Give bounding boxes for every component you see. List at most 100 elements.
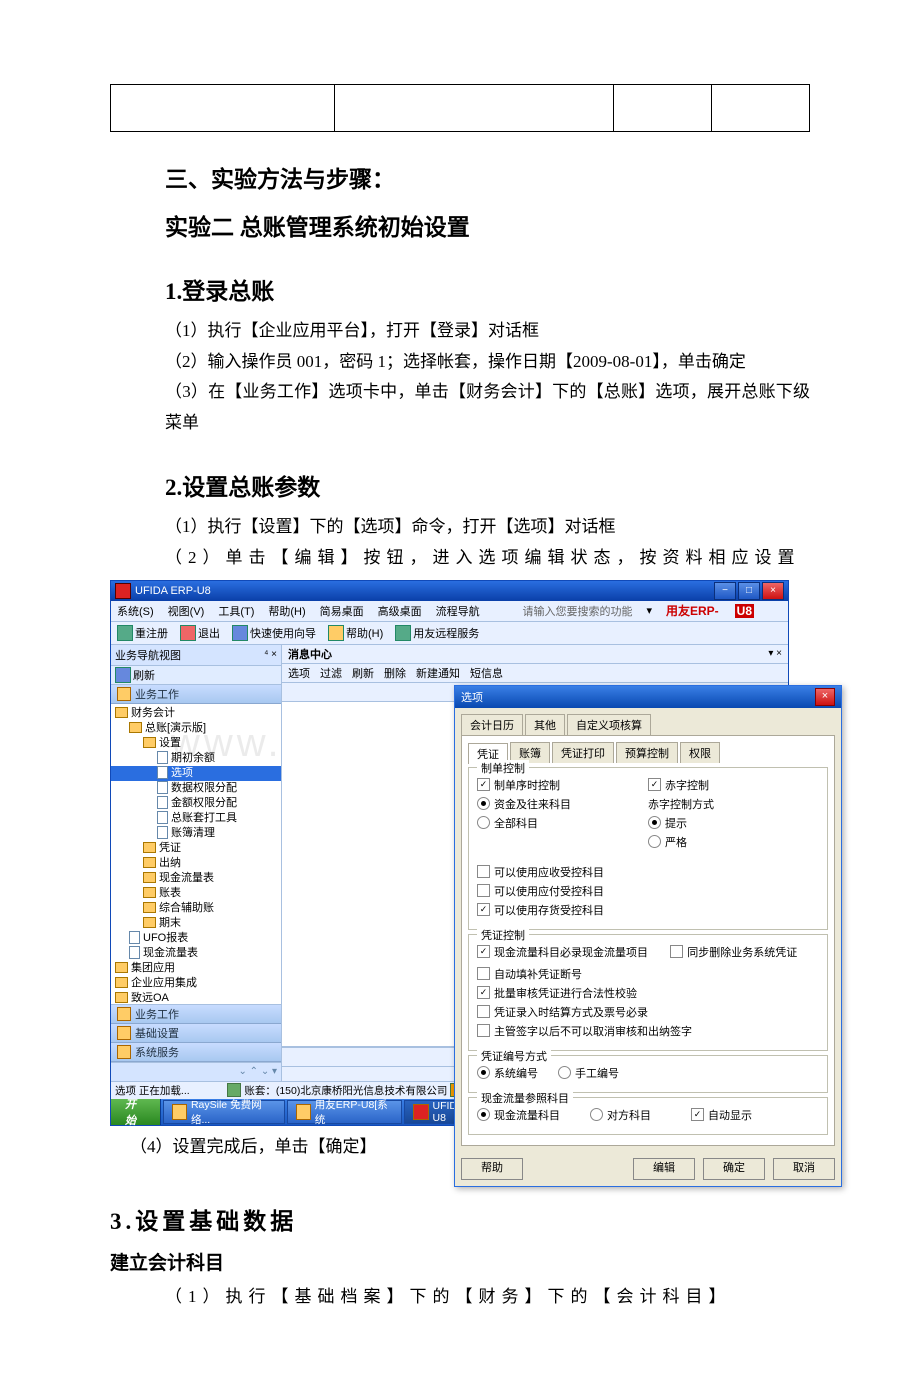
subtab-budget[interactable]: 预算控制 (616, 742, 678, 763)
quick-wizard-button[interactable]: 快速使用向导 (232, 625, 316, 641)
dialog-titlebar: 选项 × (455, 686, 841, 708)
msg-toolbar: 选项 过滤 刷新 删除 新建通知 短信息 (282, 664, 788, 683)
cancel-button[interactable]: 取消 (773, 1158, 835, 1180)
tree-item[interactable]: 期初余额 (111, 751, 281, 766)
rad-tip[interactable] (648, 816, 661, 829)
chk-inv-subject[interactable] (477, 903, 490, 916)
app-screenshot: www.bdocx.com UFIDA ERP-U8 − □ × 系统(S) 视… (110, 580, 789, 1126)
step-1a: （1）执行【企业应用平台】，打开【登录】对话框 (165, 316, 810, 347)
msg-delete[interactable]: 删除 (384, 665, 406, 681)
chk-settle-required[interactable] (477, 1005, 490, 1018)
band-business[interactable]: 业务工作 (111, 685, 281, 704)
left-pane-footer: ⌄ ⌃ ⌄ ▾ (111, 1062, 281, 1081)
rad-manual-no[interactable] (558, 1066, 571, 1079)
menu-flow-nav[interactable]: 流程导航 (436, 603, 480, 619)
taskbar-item-2[interactable]: 用友ERP-U8[系统 (287, 1100, 403, 1124)
chk-manager-sign[interactable] (477, 1024, 490, 1037)
ok-button[interactable]: 确定 (703, 1158, 765, 1180)
status-icon (227, 1083, 241, 1097)
menu-adv-desktop[interactable]: 高级桌面 (378, 603, 422, 619)
remote-service-button[interactable]: 用友远程服务 (395, 625, 479, 641)
menu-simple-desktop[interactable]: 简易桌面 (320, 603, 364, 619)
start-button[interactable]: 开始 (111, 1099, 161, 1125)
tree-item[interactable]: 财务会计 (111, 706, 281, 721)
tree-item[interactable]: 集团应用 (111, 961, 281, 976)
rad-counter-subject[interactable] (590, 1108, 603, 1121)
rad-system-no[interactable] (477, 1066, 490, 1079)
dialog-tabs-top: 会计日历 其他 自定义项核算 (461, 714, 835, 735)
options-dialog: 选项 × 会计日历 其他 自定义项核算 凭证 账簿 凭证打印 预算控制 权限 制… (454, 685, 842, 1187)
menu-tools[interactable]: 工具(T) (218, 603, 254, 619)
subtab-perm[interactable]: 权限 (680, 742, 720, 763)
chk-ar-subject[interactable] (477, 865, 490, 878)
help-button[interactable]: 帮助 (461, 1158, 523, 1180)
msg-sms[interactable]: 短信息 (470, 665, 503, 681)
nav-tree[interactable]: 财务会计总账[演示版]设置期初余额选项数据权限分配金额权限分配总账套打工具账簿清… (111, 704, 281, 1004)
step-2b: （2）单击【编辑】按钮，进入选项编辑状态，按资料相应设置 (165, 543, 810, 574)
brand-logo: 用友ERP-U8 (666, 602, 768, 619)
relogin-button[interactable]: 重注册 (117, 625, 168, 641)
tree-item[interactable]: 选项 (111, 766, 281, 781)
tree-item[interactable]: 账表 (111, 886, 281, 901)
tree-item[interactable]: 综合辅助账 (111, 901, 281, 916)
band-basic-settings[interactable]: 基础设置 (111, 1024, 281, 1043)
menu-help[interactable]: 帮助(H) (268, 603, 305, 619)
tree-item[interactable]: 总账[演示版] (111, 721, 281, 736)
rad-all-subject[interactable] (477, 816, 490, 829)
exit-button[interactable]: 退出 (180, 625, 220, 641)
search-hint[interactable]: 请输入您要搜索的功能 (522, 603, 632, 619)
tree-item[interactable]: 数据权限分配 (111, 781, 281, 796)
menu-system[interactable]: 系统(S) (117, 603, 154, 619)
chk-auto-show[interactable] (691, 1108, 704, 1121)
rad-cashflow-subject[interactable] (477, 1108, 490, 1121)
close-button[interactable]: × (762, 582, 784, 600)
rad-fund-subject[interactable] (477, 797, 490, 810)
tab-calendar[interactable]: 会计日历 (461, 714, 523, 735)
step-1b: （2）输入操作员 001，密码 1；选择帐套，操作日期【2009-08-01】，… (165, 347, 810, 378)
msg-refresh[interactable]: 刷新 (352, 665, 374, 681)
tree-item[interactable]: 现金流量表 (111, 871, 281, 886)
msg-new[interactable]: 新建通知 (416, 665, 460, 681)
tree-item[interactable]: 致远OA (111, 991, 281, 1004)
tree-item[interactable]: 现金流量表 (111, 946, 281, 961)
minimize-button[interactable]: − (714, 582, 736, 600)
menu-view[interactable]: 视图(V) (168, 603, 205, 619)
tree-item[interactable]: 设置 (111, 736, 281, 751)
left-refresh[interactable]: 刷新 (111, 666, 281, 685)
msg-opt[interactable]: 选项 (288, 665, 310, 681)
tree-item[interactable]: UFO报表 (111, 931, 281, 946)
tree-item[interactable]: 金额权限分配 (111, 796, 281, 811)
tree-item[interactable]: 期末 (111, 916, 281, 931)
rad-strict[interactable] (648, 835, 661, 848)
chk-ap-subject[interactable] (477, 884, 490, 897)
msg-center-bar: 消息中心▾ × (282, 645, 788, 664)
experiment-title: 实验二 总账管理系统初始设置 (165, 208, 810, 242)
chk-batch-audit[interactable] (477, 986, 490, 999)
app-icon (115, 583, 131, 599)
tree-item[interactable]: 凭证 (111, 841, 281, 856)
chk-sync-delete[interactable] (670, 945, 683, 958)
help-button[interactable]: 帮助(H) (328, 625, 383, 641)
chk-deficit-control[interactable] (648, 778, 661, 791)
chk-seq-control[interactable] (477, 778, 490, 791)
maximize-button[interactable]: □ (738, 582, 760, 600)
band-system-service[interactable]: 系统服务 (111, 1043, 281, 1062)
dialog-close-button[interactable]: × (815, 688, 835, 706)
group-voucher-control: 制单控制 制单序时控制 资金及往来科目 全部科目 赤字控制 赤字控制方式 提示 … (468, 767, 828, 930)
band-business-2[interactable]: 业务工作 (111, 1005, 281, 1024)
tree-item[interactable]: 总账套打工具 (111, 811, 281, 826)
edit-button[interactable]: 编辑 (633, 1158, 695, 1180)
tree-item[interactable]: 企业应用集成 (111, 976, 281, 991)
tree-item[interactable]: 出纳 (111, 856, 281, 871)
chk-cashflow-required[interactable] (477, 945, 490, 958)
menubar: 系统(S) 视图(V) 工具(T) 帮助(H) 简易桌面 高级桌面 流程导航 请… (111, 601, 788, 622)
left-pane-header: 业务导航视图⁴ × (111, 645, 281, 666)
right-pane: 消息中心▾ × 选项 过滤 刷新 删除 新建通知 短信息 主题 天数 转到 第 … (282, 645, 788, 1081)
chk-auto-fill[interactable] (477, 967, 490, 980)
msg-filter[interactable]: 过滤 (320, 665, 342, 681)
subtab-print[interactable]: 凭证打印 (552, 742, 614, 763)
tree-item[interactable]: 账簿清理 (111, 826, 281, 841)
taskbar-item-1[interactable]: RaySile 免费网络... (163, 1100, 285, 1124)
tab-custom[interactable]: 自定义项核算 (567, 714, 651, 735)
tab-other[interactable]: 其他 (525, 714, 565, 735)
